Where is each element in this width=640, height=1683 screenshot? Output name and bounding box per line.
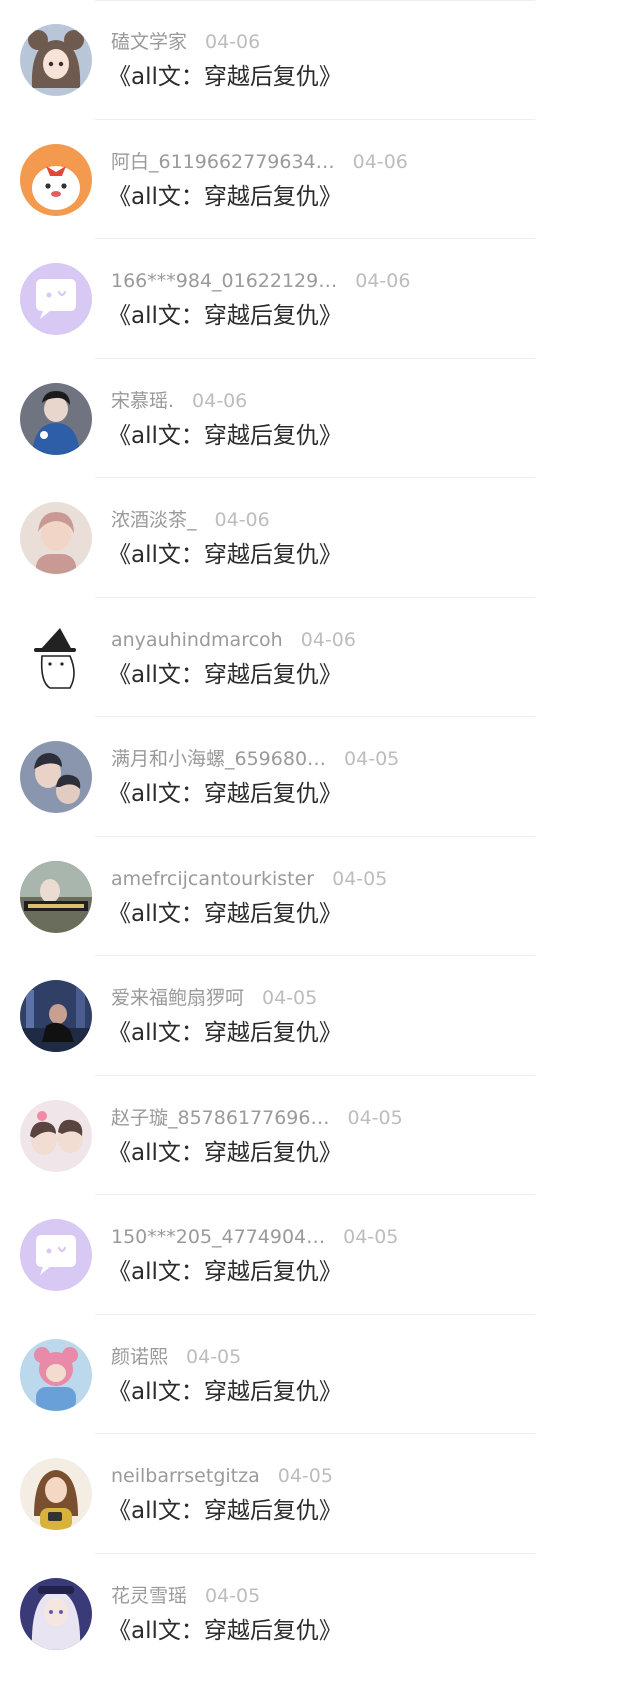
comment-text: 《all文：穿越后复仇》 — [108, 1139, 342, 1166]
timestamp: 04-06 — [192, 389, 248, 412]
comment-text: 《all文：穿越后复仇》 — [108, 1259, 342, 1285]
avatar[interactable] — [20, 143, 92, 216]
avatar[interactable] — [20, 263, 92, 335]
username[interactable]: 浓酒淡茶_ — [111, 509, 197, 531]
username[interactable]: 阿白_6119662779634… — [111, 151, 335, 173]
two-boys-sticker-icon — [20, 1099, 92, 1172]
avatar[interactable] — [20, 1577, 92, 1650]
default-chat-bubble-icon — [20, 263, 92, 335]
username[interactable]: 宋慕瑶. — [111, 390, 174, 412]
timestamp: 04-05 — [277, 1465, 333, 1487]
comment-meta: 浓酒淡茶_ 04-06 — [111, 506, 270, 534]
username[interactable]: 赵子璇_85786177696… — [111, 1107, 329, 1129]
comment-text: 《all文：穿越后复仇》 — [108, 422, 342, 449]
avatar[interactable] — [20, 502, 92, 574]
comment-text: 《all文：穿越后复仇》 — [108, 542, 342, 568]
timestamp: 04-05 — [332, 867, 388, 890]
timestamp: 04-05 — [262, 987, 318, 1009]
pale-face-icon — [20, 502, 92, 574]
comment-text: 《all文：穿越后复仇》 — [108, 900, 342, 927]
avatar[interactable] — [20, 980, 92, 1052]
comment-text: 《all文：穿越后复仇》 — [108, 183, 342, 210]
timestamp: 04-05 — [347, 1106, 403, 1129]
timestamp: 04-06 — [352, 150, 408, 173]
timestamp: 04-06 — [205, 31, 261, 53]
comment-text: 《all文：穿越后复仇》 — [108, 1617, 342, 1644]
comment-text: 《all文：穿越后复仇》 — [108, 1020, 342, 1046]
timestamp: 04-05 — [186, 1345, 242, 1368]
username[interactable]: 磕文学家 — [111, 31, 187, 53]
username[interactable]: 花灵雪瑶 — [111, 1585, 187, 1607]
comment-meta: neilbarrsetgitza 04-05 — [111, 1462, 333, 1490]
comment-meta: 满月和小海螺_659680… 04-05 — [111, 745, 399, 773]
avatar[interactable] — [20, 1099, 92, 1172]
username[interactable]: 150***205_4774904… — [111, 1226, 325, 1248]
comment-text: 《all文：穿越后复仇》 — [108, 64, 342, 90]
username[interactable]: 颜诺熙 — [111, 1346, 168, 1368]
comment-text: 《all文：穿越后复仇》 — [108, 303, 342, 329]
comment-row[interactable]: neilbarrsetgitza 04-05 《all文：穿越后复仇》 — [0, 1434, 640, 1554]
comment-meta: 磕文学家 04-06 — [111, 28, 260, 56]
timestamp: 04-05 — [344, 748, 400, 770]
anime-girl-silver-hair-icon — [20, 1577, 92, 1650]
comment-meta: 花灵雪瑶 04-05 — [111, 1582, 260, 1610]
comment-row[interactable]: 阿白_6119662779634… 04-06 《all文：穿越后复仇》 — [0, 120, 640, 240]
couple-photo-icon — [20, 741, 92, 813]
child-pink-bear-icon — [20, 1338, 92, 1411]
comment-meta: 阿白_6119662779634… 04-06 — [111, 148, 408, 176]
comment-row[interactable]: 166***984_01622129… 04-06 《all文：穿越后复仇》 — [0, 239, 640, 359]
comment-row[interactable]: 浓酒淡茶_ 04-06 《all文：穿越后复仇》 — [0, 478, 640, 598]
avatar[interactable] — [20, 1219, 92, 1291]
username[interactable]: 爱来福鲍扇猡呵 — [111, 987, 244, 1009]
timestamp: 04-06 — [214, 509, 270, 531]
illustrated-girl-camera-icon — [20, 1458, 92, 1530]
username[interactable]: 满月和小海螺_659680… — [111, 748, 326, 770]
person-blue-jacket-icon — [20, 382, 92, 455]
comment-row[interactable]: 宋慕瑶. 04-06 《all文：穿越后复仇》 — [0, 359, 640, 479]
comment-row[interactable]: 颜诺熙 04-05 《all文：穿越后复仇》 — [0, 1315, 640, 1435]
comment-text: 《all文：穿越后复仇》 — [108, 781, 342, 807]
avatar[interactable] — [20, 1458, 92, 1530]
default-chat-bubble-icon — [20, 1219, 92, 1291]
comment-text: 《all文：穿越后复仇》 — [108, 1498, 342, 1524]
comment-meta: amefrcijcantourkister 04-05 — [111, 865, 387, 893]
timestamp: 04-05 — [343, 1226, 399, 1248]
avatar[interactable] — [20, 741, 92, 813]
timestamp: 04-06 — [300, 628, 356, 651]
comment-row[interactable]: 满月和小海螺_659680… 04-05 《all文：穿越后复仇》 — [0, 717, 640, 837]
avatar[interactable] — [20, 860, 92, 933]
comment-row[interactable]: 磕文学家 04-06 《all文：穿越后复仇》 — [0, 0, 640, 120]
night-city-person-icon — [20, 980, 92, 1052]
comment-text: 《all文：穿越后复仇》 — [108, 1378, 342, 1405]
comment-row[interactable]: anyauhindmarcoh 04-06 《all文：穿越后复仇》 — [0, 598, 640, 718]
comment-meta: 颜诺熙 04-05 — [111, 1343, 241, 1371]
username[interactable]: anyauhindmarcoh — [111, 629, 283, 651]
comment-row[interactable]: amefrcijcantourkister 04-05 《all文：穿越后复仇》 — [0, 837, 640, 957]
cartoon-dog-icon — [20, 143, 92, 216]
comment-meta: 宋慕瑶. 04-06 — [111, 387, 247, 415]
witch-cat-sketch-icon — [20, 621, 92, 694]
username[interactable]: amefrcijcantourkister — [111, 868, 314, 890]
comment-meta: 166***984_01622129… 04-06 — [111, 267, 410, 295]
comment-text: 《all文：穿越后复仇》 — [108, 661, 342, 688]
comment-meta: 爱来福鲍扇猡呵 04-05 — [111, 984, 317, 1012]
comment-meta: 赵子璇_85786177696… 04-05 — [111, 1104, 403, 1132]
comment-meta: 150***205_4774904… 04-05 — [111, 1223, 398, 1251]
avatar[interactable] — [20, 24, 92, 96]
username[interactable]: neilbarrsetgitza — [111, 1465, 260, 1487]
timestamp: 04-05 — [205, 1584, 261, 1607]
comment-row[interactable]: 爱来福鲍扇猡呵 04-05 《all文：穿越后复仇》 — [0, 956, 640, 1076]
comment-row[interactable]: 花灵雪瑶 04-05 《all文：穿越后复仇》 — [0, 1554, 640, 1674]
anime-girl-hood-icon — [20, 24, 92, 96]
avatar[interactable] — [20, 621, 92, 694]
comment-list: 磕文学家 04-06 《all文：穿越后复仇》 阿白_6119662779634…… — [0, 0, 640, 1673]
avatar[interactable] — [20, 1338, 92, 1411]
username[interactable]: 166***984_01622129… — [111, 270, 337, 292]
comment-meta: anyauhindmarcoh 04-06 — [111, 626, 356, 654]
comment-row[interactable]: 150***205_4774904… 04-05 《all文：穿越后复仇》 — [0, 1195, 640, 1315]
comment-row[interactable]: 赵子璇_85786177696… 04-05 《all文：穿越后复仇》 — [0, 1076, 640, 1196]
avatar[interactable] — [20, 382, 92, 455]
timestamp: 04-06 — [355, 270, 411, 292]
photo-with-caption-icon — [20, 860, 92, 933]
